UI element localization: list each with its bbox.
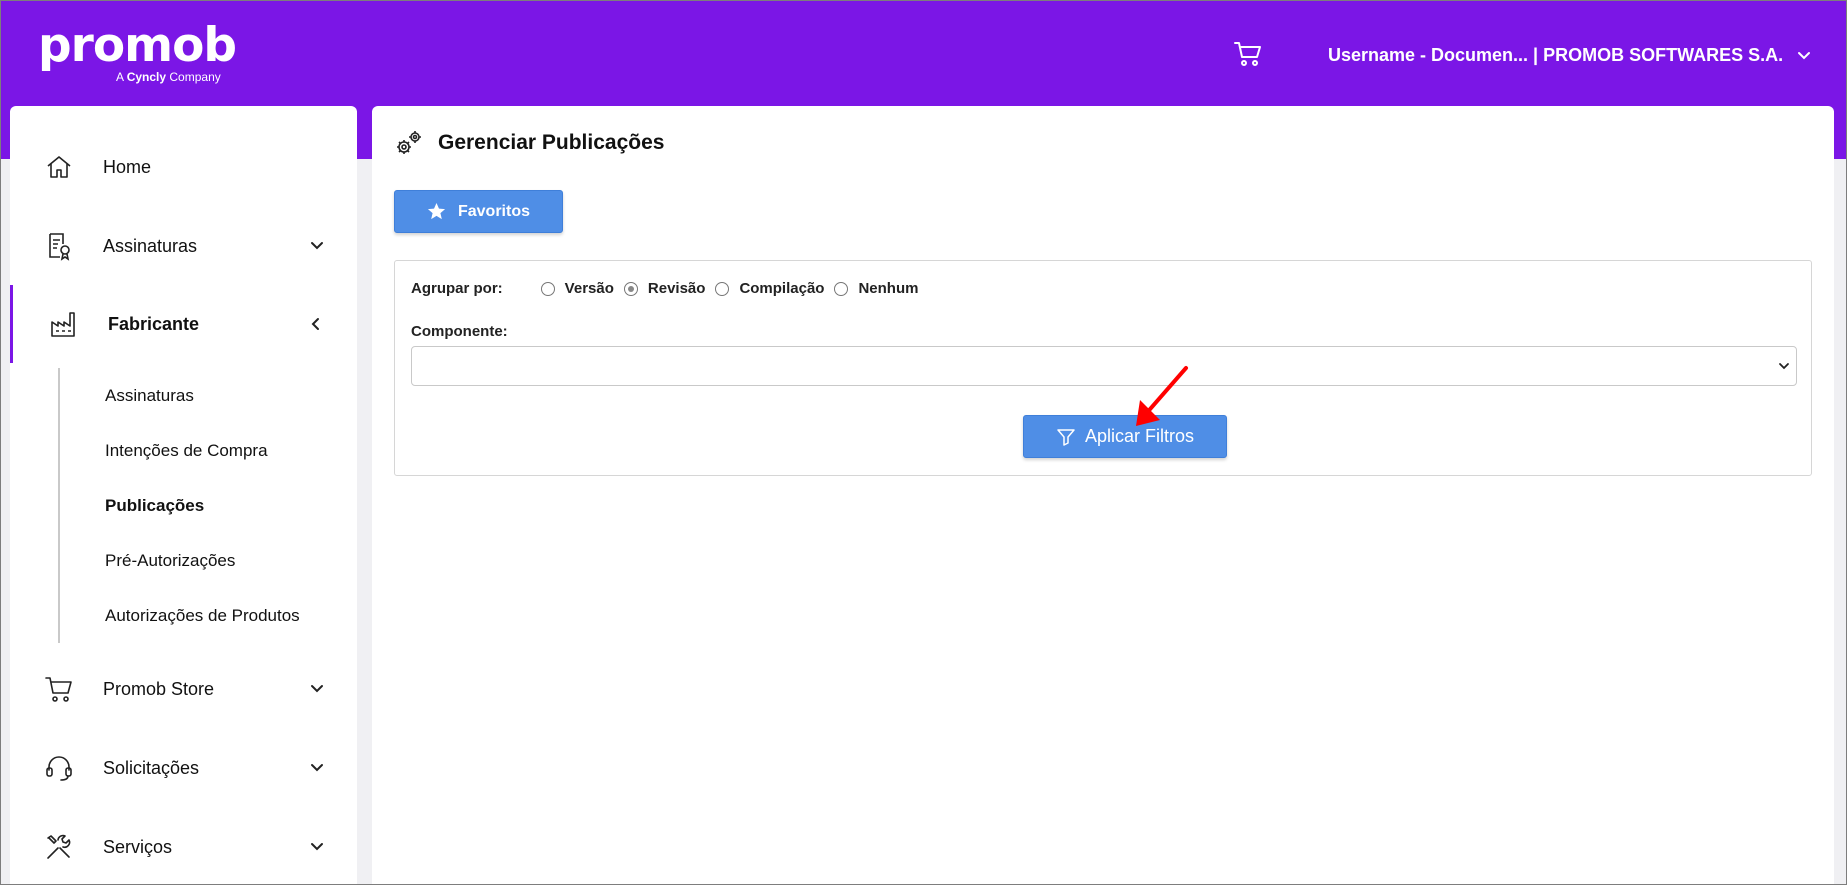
component-select[interactable] bbox=[411, 346, 1797, 386]
submenu-item-assinaturas[interactable]: Assinaturas bbox=[58, 368, 338, 423]
tagline-prefix: A bbox=[116, 70, 124, 84]
radio-button[interactable] bbox=[834, 281, 849, 296]
group-by-row: Agrupar por: Versão Revisão Compilação N… bbox=[411, 280, 928, 297]
document-badge-icon bbox=[49, 233, 70, 261]
radio-button-selected[interactable] bbox=[623, 281, 638, 296]
chevron-down-icon bbox=[311, 242, 323, 250]
radio-label: Revisão bbox=[647, 280, 706, 297]
chevron-down-icon bbox=[311, 685, 323, 693]
submenu-item-label: Intenções de Compra bbox=[105, 440, 268, 460]
tagline-suffix: Company bbox=[169, 70, 221, 84]
tools-icon bbox=[47, 834, 71, 859]
group-by-label: Agrupar por: bbox=[411, 280, 503, 297]
submenu-item-label: Publicações bbox=[105, 495, 205, 515]
promob-logo[interactable]: promob A Cyncly Company bbox=[38, 18, 237, 85]
chevron-down-icon bbox=[311, 843, 323, 851]
sidebar-item-label: Fabricante bbox=[108, 313, 200, 334]
favorites-button[interactable]: Favoritos bbox=[394, 190, 563, 233]
submenu-item-label: Autorizações de Produtos bbox=[105, 605, 300, 625]
user-account-menu[interactable]: Username - Documen... | PROMOB SOFTWARES… bbox=[1328, 45, 1811, 66]
page-title: Gerenciar Publicações bbox=[394, 128, 664, 158]
submenu-item-label: Pré-Autorizações bbox=[105, 550, 236, 570]
sidebar-item-label: Promob Store bbox=[103, 678, 215, 699]
sidebar-item-promob-store[interactable]: Promob Store bbox=[10, 659, 357, 719]
submenu-item-intencoes-de-compra[interactable]: Intenções de Compra bbox=[58, 423, 338, 478]
home-icon bbox=[47, 156, 71, 178]
main-content: Gerenciar Publicações Favoritos Agrupar … bbox=[372, 106, 1834, 885]
sidebar-item-label: Assinaturas bbox=[103, 235, 198, 256]
radio-label: Nenhum bbox=[858, 280, 919, 297]
page-title-text: Gerenciar Publicações bbox=[438, 131, 665, 154]
sidebar-item-label: Serviços bbox=[103, 836, 173, 857]
sidebar-item-label: Solicitações bbox=[103, 757, 200, 778]
sidebar-item-servicos[interactable]: Serviços bbox=[10, 817, 357, 877]
factory-icon bbox=[51, 312, 75, 337]
sidebar-item-fabricante[interactable]: Fabricante bbox=[10, 285, 357, 363]
submenu-item-pre-autorizacoes[interactable]: Pré-Autorizações bbox=[58, 533, 338, 588]
apply-filters-button[interactable]: Aplicar Filtros bbox=[1023, 415, 1227, 458]
sidebar-item-home[interactable]: Home bbox=[10, 137, 357, 197]
chevron-left-icon bbox=[311, 318, 319, 330]
sidebar: Home Assinaturas Fabricante Assinaturas … bbox=[10, 106, 357, 885]
logo-wordmark: promob bbox=[38, 18, 237, 73]
apply-filters-label: Aplicar Filtros bbox=[1084, 426, 1195, 446]
radio-label: Versão bbox=[564, 280, 614, 297]
filter-panel: Agrupar por: Versão Revisão Compilação N… bbox=[394, 260, 1812, 476]
logo-tagline: A Cyncly Company bbox=[116, 70, 221, 84]
tagline-brand: Cyncly bbox=[126, 70, 167, 84]
chevron-down-icon bbox=[311, 764, 323, 772]
chevron-down-icon bbox=[1779, 363, 1789, 370]
headset-icon bbox=[46, 756, 72, 781]
gears-icon bbox=[397, 131, 421, 154]
favorites-label: Favoritos bbox=[457, 202, 530, 220]
submenu-item-label: Assinaturas bbox=[105, 385, 194, 405]
sidebar-item-label: Home bbox=[103, 156, 152, 177]
submenu-item-autorizacoes-de-produtos[interactable]: Autorizações de Produtos bbox=[58, 588, 338, 643]
radio-button[interactable] bbox=[540, 281, 555, 296]
radio-button[interactable] bbox=[715, 281, 730, 296]
chevron-down-icon bbox=[1798, 51, 1811, 59]
cart-icon[interactable] bbox=[1234, 40, 1262, 68]
radio-versao[interactable]: Versão bbox=[540, 280, 614, 297]
filter-icon bbox=[1057, 428, 1075, 446]
radio-compilacao[interactable]: Compilação bbox=[715, 280, 824, 297]
user-account-label: Username - Documen... | PROMOB SOFTWARES… bbox=[1328, 45, 1784, 65]
cart-icon bbox=[45, 677, 72, 702]
star-icon bbox=[427, 202, 446, 220]
component-label: Componente: bbox=[411, 323, 508, 340]
submenu-item-publicacoes[interactable]: Publicações bbox=[58, 478, 338, 533]
radio-label: Compilação bbox=[739, 280, 825, 297]
sidebar-item-assinaturas[interactable]: Assinaturas bbox=[10, 216, 357, 276]
radio-revisao[interactable]: Revisão bbox=[623, 280, 706, 297]
sidebar-item-solicitacoes[interactable]: Solicitações bbox=[10, 738, 357, 798]
radio-nenhum[interactable]: Nenhum bbox=[834, 280, 918, 297]
